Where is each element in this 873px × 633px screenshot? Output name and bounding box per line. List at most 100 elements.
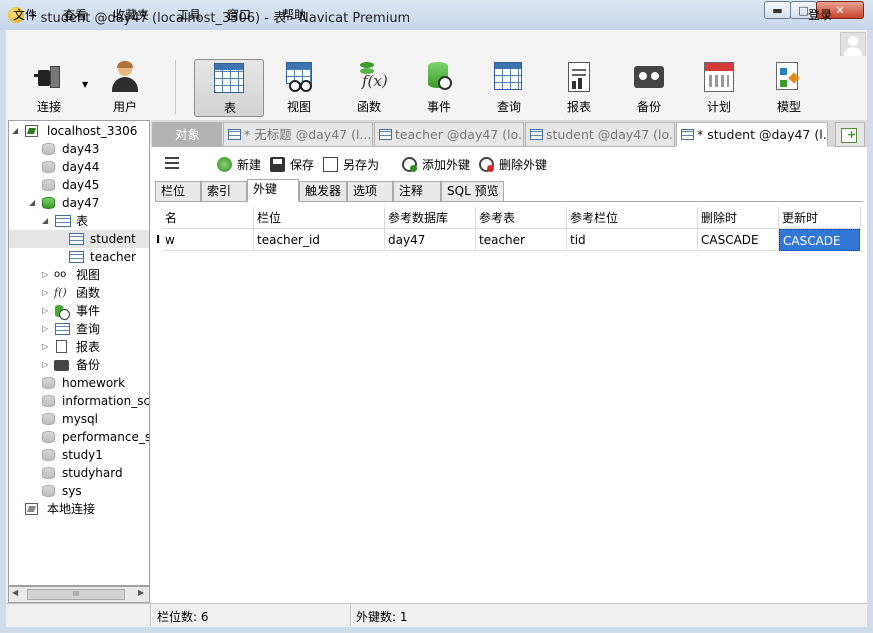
cell-ref-field[interactable]: tid [567, 229, 698, 251]
hamburger-menu-icon[interactable] [165, 157, 179, 169]
save-as-button[interactable]: 另存为 [323, 156, 379, 174]
menu-view[interactable]: 查看 [63, 6, 87, 23]
tree-label: study1 [62, 448, 103, 462]
database-icon [42, 179, 55, 191]
cell-ref-table[interactable]: teacher [476, 229, 567, 251]
menu-favorites[interactable]: 收藏夹 [113, 6, 149, 23]
expand-arrow-icon[interactable]: ▷ [42, 266, 48, 284]
tree-table-student[interactable]: student [9, 230, 149, 248]
tab-teacher[interactable]: teacher @day47 (lo... [374, 122, 524, 147]
user-icon [110, 61, 140, 92]
expand-arrow-icon[interactable]: ▷ [42, 320, 48, 338]
database-icon [42, 143, 55, 155]
column-header-ref-table[interactable]: 参考表 [476, 207, 567, 229]
window-title: * student @day47 (localhost_3306) - 表 - … [30, 11, 411, 26]
expand-arrow-icon[interactable]: ▷ [42, 356, 48, 374]
column-header-field[interactable]: 栏位 [254, 207, 385, 229]
save-button[interactable]: 保存 [270, 156, 314, 174]
main-toolbar: 连接 ▼ 用户 表 视图 f(x) 函数 事件 查询 报表 备份 计划 模型 [6, 56, 867, 120]
cell-name[interactable]: w [162, 229, 254, 251]
tab-untitled[interactable]: * 无标题 @day47 (l... [223, 122, 373, 147]
column-header-on-delete[interactable]: 删除时 [698, 207, 779, 229]
scroll-left-icon[interactable]: ◀ [12, 588, 18, 597]
toolbar-table-label: 表 [223, 101, 236, 115]
cell-on-update[interactable]: CASCADE [779, 229, 860, 251]
subtab-foreign-keys[interactable]: 外键 [247, 179, 299, 202]
collapse-arrow-icon[interactable]: ◢ [29, 194, 35, 212]
cell-ref-db[interactable]: day47 [385, 229, 476, 251]
subtab-indexes[interactable]: 索引 [201, 181, 247, 202]
toolbar-connect-button[interactable]: 连接 [18, 56, 80, 118]
tree-label: 视图 [76, 268, 101, 282]
database-open-icon [42, 197, 55, 209]
new-tab-button[interactable] [835, 122, 865, 147]
toolbar-backup-button[interactable]: 备份 [618, 56, 680, 118]
toolbar-report-button[interactable]: 报表 [548, 56, 610, 118]
toolbar-user-button[interactable]: 用户 [94, 56, 156, 118]
status-divider [350, 604, 351, 626]
report-icon [56, 340, 67, 353]
tree-label: mysql [62, 412, 98, 426]
connection-tree[interactable]: ◢ localhost_3306 day43 day44 day45 ◢ day… [8, 120, 150, 586]
expand-arrow-icon[interactable]: ▷ [42, 284, 48, 302]
menu-tools[interactable]: 工具 [177, 6, 201, 23]
collapse-arrow-icon[interactable]: ◢ [42, 212, 48, 230]
toolbar-query-button[interactable]: 查询 [478, 56, 540, 118]
foreign-key-grid [155, 202, 863, 602]
menu-window[interactable]: 窗口 [227, 6, 251, 23]
function-icon: f(x) [354, 62, 388, 92]
scroll-right-icon[interactable]: ▶ [138, 588, 144, 597]
tab-student-design[interactable]: * student @day47 (l... [676, 122, 828, 147]
table-edit-icon [228, 129, 241, 140]
subtab-options[interactable]: 选项 [347, 181, 393, 202]
status-bar [6, 603, 867, 627]
subtab-sql-preview[interactable]: SQL 预览 [441, 181, 504, 202]
toolbar-separator [175, 60, 176, 114]
menu-help[interactable]: 帮助 [282, 6, 306, 23]
minimize-button[interactable]: ▬ [764, 1, 791, 19]
schedule-icon [704, 62, 734, 92]
column-header-name[interactable]: 名 [162, 207, 254, 229]
toolbar-schedule-button[interactable]: 计划 [688, 56, 750, 118]
database-icon [42, 161, 55, 173]
tree-label: 表 [76, 214, 89, 228]
expand-arrow-icon[interactable]: ▷ [42, 302, 48, 320]
view-icon [286, 62, 312, 92]
status-fk-count: 外键数: 1 [356, 610, 408, 624]
toolbar-function-button[interactable]: f(x) 函数 [338, 56, 400, 118]
cell-field[interactable]: teacher_id [254, 229, 385, 251]
new-button[interactable]: 新建 [217, 156, 261, 174]
table-icon [69, 233, 84, 245]
toolbar-event-button[interactable]: 事件 [408, 56, 470, 118]
toolbar-model-button[interactable]: 模型 [758, 56, 820, 118]
row-cursor-icon: I [156, 233, 161, 246]
login-link[interactable]: 登录 [808, 6, 832, 23]
tab-objects[interactable]: 对象 [152, 122, 222, 147]
scroll-thumb[interactable]: III [27, 589, 125, 600]
column-header-on-update[interactable]: 更新时 [779, 207, 861, 229]
column-header-ref-db[interactable]: 参考数据库 [385, 207, 476, 229]
local-connection-icon [25, 503, 38, 515]
subtab-triggers[interactable]: 触发器 [299, 181, 347, 202]
tree-label: studyhard [62, 466, 123, 480]
delete-foreign-key-button[interactable]: 删除外键 [479, 156, 547, 174]
sidebar-horizontal-scrollbar[interactable]: ◀ III ▶ [8, 586, 150, 603]
column-header-ref-field[interactable]: 参考栏位 [567, 207, 698, 229]
expand-arrow-icon[interactable]: ▷ [42, 338, 48, 356]
tree-label: day47 [62, 196, 100, 210]
subtab-fields[interactable]: 栏位 [155, 181, 201, 202]
toolbar-view-button[interactable]: 视图 [268, 56, 330, 118]
add-foreign-key-button[interactable]: 添加外键 [402, 156, 470, 174]
toolbar-view-label: 视图 [286, 100, 311, 114]
model-icon [774, 62, 804, 92]
subtab-comments[interactable]: 注释 [393, 181, 441, 202]
avatar[interactable] [840, 32, 866, 58]
collapse-arrow-icon[interactable]: ◢ [12, 122, 18, 140]
toolbar-table-button[interactable]: 表 [194, 59, 264, 117]
connect-dropdown-arrow-icon[interactable]: ▼ [82, 80, 88, 89]
menu-file[interactable]: 文件 [13, 6, 37, 23]
cell-on-delete[interactable]: CASCADE [698, 229, 779, 251]
save-icon [270, 157, 285, 172]
tab-student[interactable]: student @day47 (lo... [525, 122, 675, 147]
tree-label: performance_s [62, 430, 150, 444]
